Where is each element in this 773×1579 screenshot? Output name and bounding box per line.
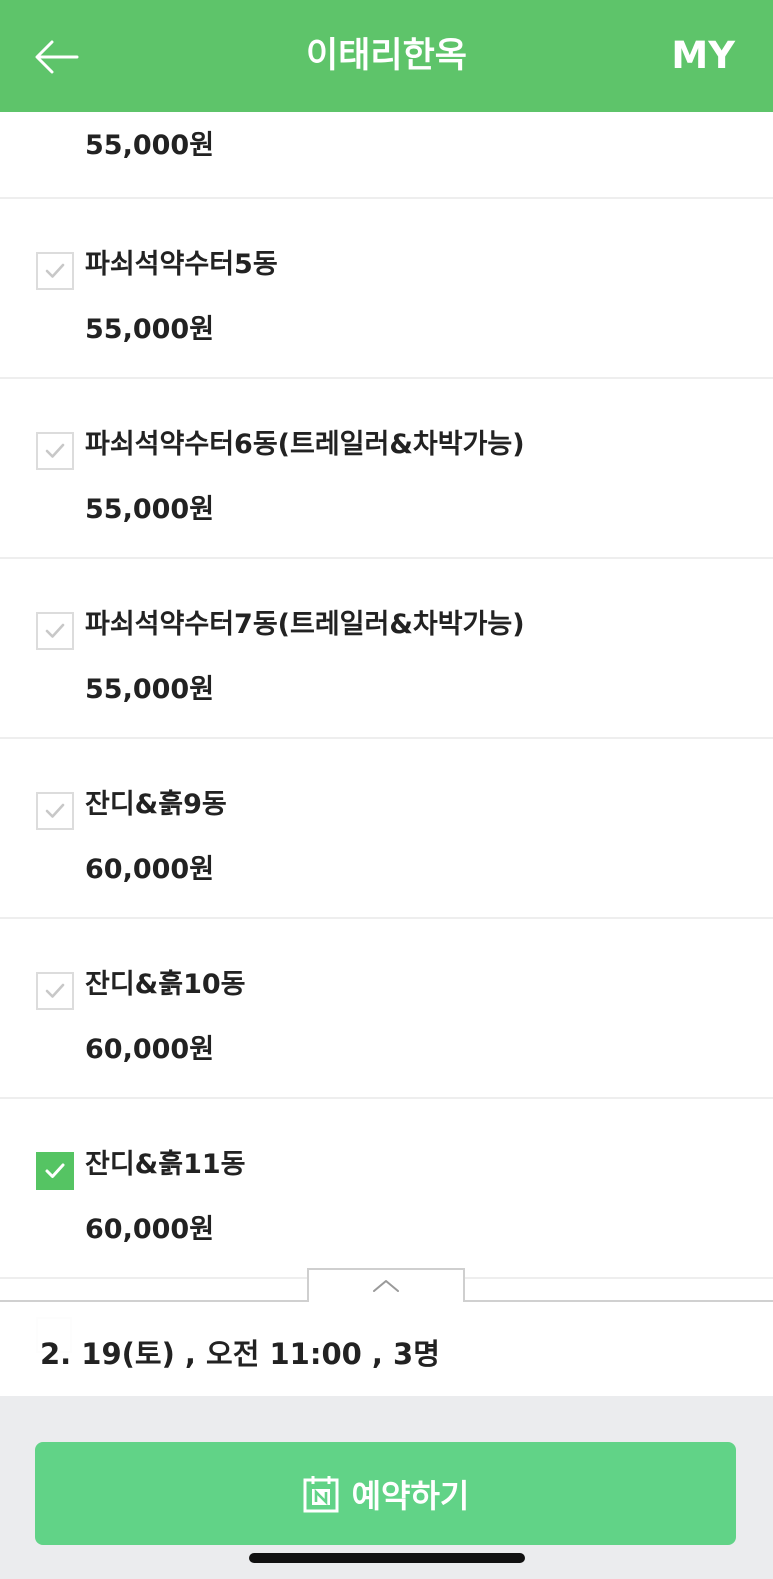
my-page-button[interactable]: MY <box>671 0 735 112</box>
room-item[interactable]: 파쇠석약수터6동(트레일러&차박가능) 55,000원 <box>0 379 773 559</box>
checkmark-icon <box>45 263 65 278</box>
checkmark-icon <box>45 983 65 998</box>
room-checkbox-checked[interactable] <box>36 1152 74 1190</box>
chevron-up-icon <box>373 1280 399 1292</box>
room-item[interactable]: 55,000원 <box>0 112 773 199</box>
room-item[interactable]: 파쇠석약수터5동 55,000원 <box>0 199 773 379</box>
checkmark-icon <box>45 1163 65 1178</box>
reserve-button-label: 예약하기 <box>351 1476 470 1515</box>
room-item[interactable]: 잔디&흙10동 60,000원 <box>0 919 773 1099</box>
room-price: 55,000원 <box>85 130 215 161</box>
room-name: 잔디&흙9동 <box>85 789 227 820</box>
room-price: 55,000원 <box>85 674 215 705</box>
room-price: 55,000원 <box>85 494 215 525</box>
room-name: 파쇠석약수터5동 <box>85 249 278 280</box>
checkmark-icon <box>45 443 65 458</box>
back-button[interactable] <box>30 30 84 84</box>
panel-toggle-button[interactable] <box>307 1268 465 1302</box>
room-list: 55,000원 파쇠석약수터5동 55,000원 파쇠석약수터6동(트레일러&차… <box>0 112 773 1279</box>
room-price: 60,000원 <box>85 1214 215 1245</box>
room-item[interactable]: 파쇠석약수터7동(트레일러&차박가능) 55,000원 <box>0 559 773 739</box>
room-price: 60,000원 <box>85 1034 215 1065</box>
booking-summary-text: 2. 19(토) , 오전 11:00 , 3명 <box>40 1337 440 1371</box>
room-item[interactable]: 잔디&흙9동 60,000원 <box>0 739 773 919</box>
reserve-button[interactable]: 예약하기 <box>35 1442 736 1545</box>
page-title: 이태리한옥 <box>305 36 467 76</box>
room-item-selected[interactable]: 잔디&흙11동 60,000원 <box>0 1099 773 1279</box>
room-name: 잔디&흙10동 <box>85 969 246 1000</box>
arrow-left-icon <box>35 40 79 74</box>
room-checkbox[interactable] <box>36 432 74 470</box>
app-header: 이태리한옥 MY <box>0 0 773 112</box>
room-name: 파쇠석약수터7동(트레일러&차박가능) <box>85 609 525 640</box>
room-checkbox[interactable] <box>36 972 74 1010</box>
room-price: 55,000원 <box>85 314 215 345</box>
room-checkbox[interactable] <box>36 792 74 830</box>
room-name: 잔디&흙11동 <box>85 1149 246 1180</box>
checkmark-icon <box>45 623 65 638</box>
room-checkbox[interactable] <box>36 612 74 650</box>
room-price: 60,000원 <box>85 854 215 885</box>
checkmark-icon <box>45 803 65 818</box>
room-name: 파쇠석약수터6동(트레일러&차박가능) <box>85 429 525 460</box>
home-indicator <box>249 1553 525 1563</box>
room-checkbox[interactable] <box>36 252 74 290</box>
naver-calendar-icon <box>302 1474 340 1514</box>
